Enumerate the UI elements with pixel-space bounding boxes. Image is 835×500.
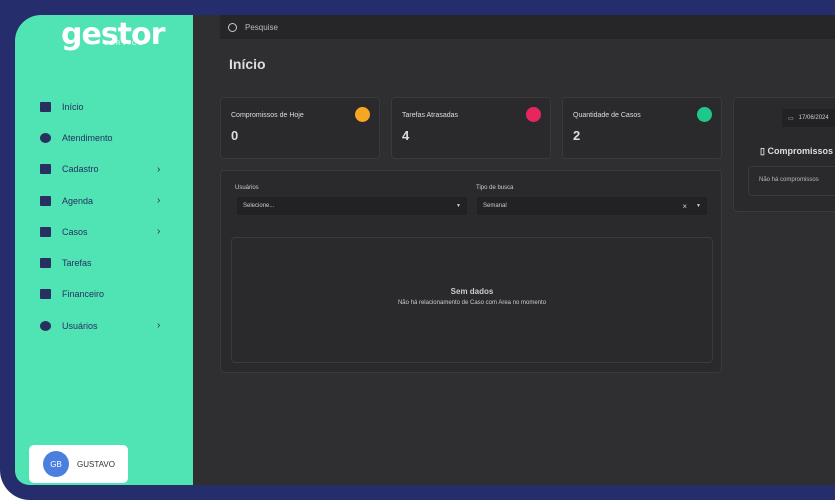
headset-icon [40,132,51,143]
logo-subtitle: SERVICE [104,41,145,47]
clipboard-icon [40,195,51,206]
sidebar: gestor SERVICE Início Atendimento Cadastro… [15,15,193,485]
user-profile[interactable]: GB GUSTAVO [29,445,128,483]
sidebar-item-usuarios[interactable]: Usuários › [15,310,193,341]
users-select-value: Selecione... [243,203,275,209]
stat-label: Quantidade de Casos [573,112,641,119]
sidebar-item-label: Cadastro [62,164,99,175]
sidebar-item-label: Início [62,101,84,112]
calendar-icon: ▯ [760,146,765,156]
search-type-label: Tipo de busca [476,185,514,191]
page-title: Início [229,56,266,72]
sidebar-item-tarefas[interactable]: Tarefas [15,247,193,278]
sidebar-item-label: Agenda [62,195,94,206]
stat-card: Compromissos de Hoje 0 [220,97,380,159]
user-name: GUSTAVO [77,459,115,469]
sidebar-item-label: Financeiro [62,289,105,300]
agenda-title-text: Compromissos [767,146,833,156]
chevron-right-icon: › [157,195,161,207]
sidebar-item-label: Casos [62,226,88,237]
users-select[interactable]: Selecione... ▼ [237,197,467,215]
chevron-down-icon: ▼ [456,203,461,209]
sidebar-item-label: Usuários [62,320,98,331]
stat-icon [526,107,541,122]
sidebar-item-financeiro[interactable]: Financeiro [15,279,193,310]
stat-card: Tarefas Atrasadas 4 [391,97,551,159]
sidebar-item-casos[interactable]: Casos › [15,216,193,247]
empty-state: Sem dados Não há relacionamento de Caso … [231,237,713,363]
clear-icon[interactable]: × [682,202,687,211]
sidebar-item-label: Tarefas [62,258,92,269]
agenda-title: ▯ Compromissos [760,146,833,157]
chevron-down-icon: ▼ [696,203,701,209]
sidebar-item-inicio[interactable]: Início [15,91,193,122]
chevron-right-icon: › [157,320,161,332]
id-card-icon [40,164,51,175]
sidebar-item-cadastro[interactable]: Cadastro › [15,154,193,185]
tasks-icon [40,258,51,269]
stat-label: Tarefas Atrasadas [402,112,459,119]
wallet-icon [40,289,51,300]
sidebar-item-label: Atendimento [62,132,113,143]
chevron-right-icon: › [157,163,161,175]
stat-card: Quantidade de Casos 2 [562,97,722,159]
calendar-icon: ▭ [788,115,794,122]
chart-panel: Usuários Selecione... ▼ Tipo de busca Se… [220,170,722,373]
search-bar[interactable]: Pesquise [220,15,835,39]
user-icon [40,320,51,331]
stat-label: Compromissos de Hoje [231,112,304,119]
stat-icon [355,107,370,122]
stat-value: 2 [573,128,581,143]
briefcase-icon [40,226,51,237]
sidebar-item-agenda[interactable]: Agenda › [15,185,193,216]
sidebar-nav: Início Atendimento Cadastro › Agenda › Casos › T… [15,91,193,341]
sidebar-item-atendimento[interactable]: Atendimento [15,122,193,153]
search-type-value: Semanal [483,203,507,209]
date-picker[interactable]: ▭ 17/06/2024 [782,109,835,127]
empty-message: Não há relacionamento de Caso com Area n… [397,300,547,306]
users-label: Usuários [235,185,259,191]
stat-value: 4 [402,128,410,143]
search-type-select[interactable]: Semanal × ▼ [477,197,707,215]
stat-value: 0 [231,128,239,143]
date-value: 17/06/2024 [798,115,829,121]
empty-title: Sem dados [450,287,494,296]
agenda-panel: ▭ 17/06/2024 ▯ Compromissos Não há compr… [733,97,835,212]
app-screen: gestor SERVICE Início Atendimento Cadastro… [15,15,835,485]
avatar: GB [43,451,69,477]
agenda-empty: Não há compromissos [748,166,835,196]
search-input[interactable]: Pesquise [245,23,278,32]
chevron-right-icon: › [157,226,161,238]
search-icon [228,22,237,32]
dashboard-icon [40,101,51,112]
stat-icon [697,107,712,122]
